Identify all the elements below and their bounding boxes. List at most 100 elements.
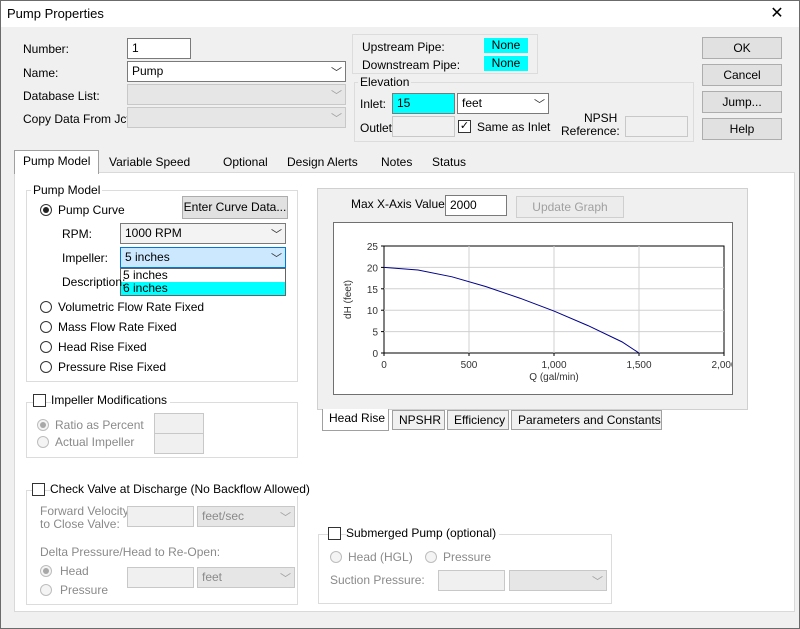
graph-tab-npshr[interactable]: NPSHR bbox=[392, 410, 445, 430]
y-tick-label: 15 bbox=[367, 285, 379, 296]
elevation-unit-dropdown[interactable]: feet ﹀ bbox=[457, 93, 549, 114]
actual-impeller-radio[interactable] bbox=[37, 436, 49, 448]
window-title: Pump Properties bbox=[7, 6, 104, 21]
y-tick-label: 5 bbox=[372, 328, 378, 339]
submerged-pressure-radio[interactable] bbox=[425, 551, 437, 563]
pressure-rise-label: Pressure Rise Fixed bbox=[58, 360, 167, 374]
database-dropdown[interactable]: ﹀ bbox=[127, 84, 346, 105]
suction-pressure-label: Suction Pressure: bbox=[330, 573, 425, 587]
rpm-label: RPM: bbox=[62, 227, 92, 241]
tab-variable-speed[interactable]: Variable Speed bbox=[109, 152, 190, 172]
tab-pump-model[interactable]: Pump Model bbox=[14, 150, 100, 174]
chevron-down-icon: ﹀ bbox=[271, 229, 282, 241]
inlet-label: Inlet: bbox=[360, 97, 387, 111]
close-icon[interactable]: ✕ bbox=[755, 1, 799, 27]
hgl-radio[interactable] bbox=[330, 551, 342, 563]
ok-button[interactable]: OK bbox=[702, 37, 782, 59]
suction-pressure-field[interactable] bbox=[438, 570, 505, 591]
max-x-field[interactable]: 2000 bbox=[445, 195, 507, 216]
impeller-dropdown[interactable]: 5 inches ﹀ bbox=[120, 247, 286, 268]
chevron-down-icon: ﹀ bbox=[331, 113, 342, 125]
cancel-button[interactable]: Cancel bbox=[702, 64, 782, 86]
upstream-label: Upstream Pipe: bbox=[362, 40, 445, 54]
impeller-label: Impeller: bbox=[62, 251, 109, 265]
tab-optional[interactable]: Optional bbox=[223, 152, 268, 172]
outlet-field[interactable] bbox=[392, 116, 455, 137]
number-field[interactable]: 1 bbox=[127, 38, 191, 59]
chevron-down-icon: ﹀ bbox=[331, 67, 342, 79]
name-combo[interactable]: Pump ﹀ bbox=[127, 61, 346, 82]
impeller-option-selected[interactable]: 6 inches bbox=[121, 282, 285, 295]
impeller-mod-checkbox[interactable] bbox=[33, 394, 46, 407]
forward-velocity-field[interactable] bbox=[127, 506, 194, 527]
help-button[interactable]: Help bbox=[702, 118, 782, 140]
ratio-field[interactable] bbox=[154, 413, 204, 434]
x-axis-label: Q (gal/min) bbox=[529, 372, 578, 383]
volumetric-label: Volumetric Flow Rate Fixed bbox=[58, 300, 205, 314]
reopen-head-radio[interactable] bbox=[40, 565, 52, 577]
y-tick-label: 0 bbox=[372, 349, 378, 360]
npsh-label: NPSH bbox=[584, 111, 618, 125]
reopen-unit-dropdown[interactable]: feet ﹀ bbox=[197, 567, 295, 588]
x-tick-label: 2,000 bbox=[711, 360, 732, 371]
volumetric-radio[interactable] bbox=[40, 301, 52, 313]
database-label: Database List: bbox=[23, 89, 100, 103]
submerged-checkbox[interactable] bbox=[328, 527, 341, 540]
tab-label: Pump Model bbox=[23, 154, 91, 168]
max-x-label: Max X-Axis Value: bbox=[351, 197, 449, 211]
outlet-label: Outlet: bbox=[360, 121, 396, 135]
inlet-field[interactable]: 15 bbox=[392, 93, 455, 114]
number-label: Number: bbox=[23, 42, 70, 56]
reopen-head-label: Head bbox=[60, 564, 89, 578]
actual-impeller-field[interactable] bbox=[154, 433, 204, 454]
x-tick-label: 1,500 bbox=[626, 360, 651, 371]
name-value: Pump bbox=[132, 64, 164, 78]
forward-velocity-unit: feet/sec bbox=[202, 509, 245, 523]
tab-notes[interactable]: Notes bbox=[381, 152, 412, 172]
forward-velocity-label: Forward Velocity bbox=[40, 504, 129, 518]
chevron-down-icon: ﹀ bbox=[280, 573, 291, 585]
reopen-unit: feet bbox=[202, 570, 223, 584]
actual-impeller-label: Actual Impeller bbox=[55, 435, 135, 449]
upstream-value: None bbox=[484, 38, 528, 53]
elevation-unit-value: feet bbox=[462, 96, 483, 110]
head-rise-radio[interactable] bbox=[40, 341, 52, 353]
delta-pressure-label: Delta Pressure/Head to Re-Open: bbox=[40, 545, 221, 559]
downstream-value: None bbox=[484, 56, 528, 71]
impeller-value: 5 inches bbox=[125, 250, 170, 264]
x-tick-label: 0 bbox=[381, 360, 387, 371]
tab-design-alerts[interactable]: Design Alerts bbox=[287, 152, 358, 172]
npsh-reference-label: Reference: bbox=[561, 124, 620, 138]
check-valve-checkbox[interactable] bbox=[32, 483, 45, 496]
chevron-down-icon: ﹀ bbox=[592, 576, 603, 588]
suction-unit-dropdown[interactable]: ﹀ bbox=[509, 570, 607, 591]
rpm-dropdown[interactable]: 1000 RPM ﹀ bbox=[120, 223, 286, 244]
pressure-rise-radio[interactable] bbox=[40, 361, 52, 373]
forward-velocity-unit-dropdown[interactable]: feet/sec ﹀ bbox=[197, 506, 295, 527]
graph-tab-head-rise[interactable]: Head Rise bbox=[322, 409, 389, 431]
pump-curve-radio[interactable] bbox=[40, 204, 52, 216]
tab-status[interactable]: Status bbox=[432, 152, 466, 172]
reopen-pressure-radio[interactable] bbox=[40, 584, 52, 596]
close-valve-label: to Close Valve: bbox=[40, 517, 120, 531]
same-as-inlet-checkbox[interactable]: ✓ bbox=[458, 120, 471, 133]
update-graph-button[interactable]: Update Graph bbox=[516, 196, 624, 218]
graph-tab-parameters[interactable]: Parameters and Constants bbox=[511, 410, 662, 430]
impeller-mod-title: Impeller Modifications bbox=[51, 393, 171, 407]
enter-curve-data-button[interactable]: Enter Curve Data... bbox=[182, 196, 288, 219]
copy-data-dropdown[interactable]: ﹀ bbox=[127, 107, 346, 128]
pump-curve-label: Pump Curve bbox=[58, 203, 125, 217]
ratio-radio[interactable] bbox=[37, 419, 49, 431]
mass-flow-radio[interactable] bbox=[40, 321, 52, 333]
x-tick-label: 500 bbox=[461, 360, 478, 371]
y-tick-label: 20 bbox=[367, 263, 379, 274]
reopen-value-field[interactable] bbox=[127, 567, 194, 588]
graph-tab-efficiency[interactable]: Efficiency bbox=[447, 410, 509, 430]
elevation-title: Elevation bbox=[358, 75, 412, 89]
description-label: Description: bbox=[62, 275, 126, 289]
y-tick-label: 10 bbox=[367, 306, 379, 317]
pump-model-title: Pump Model bbox=[31, 183, 103, 197]
npsh-reference-field[interactable] bbox=[625, 116, 688, 137]
y-axis-label: dH (feet) bbox=[343, 280, 354, 319]
jump-button[interactable]: Jump... bbox=[702, 91, 782, 113]
